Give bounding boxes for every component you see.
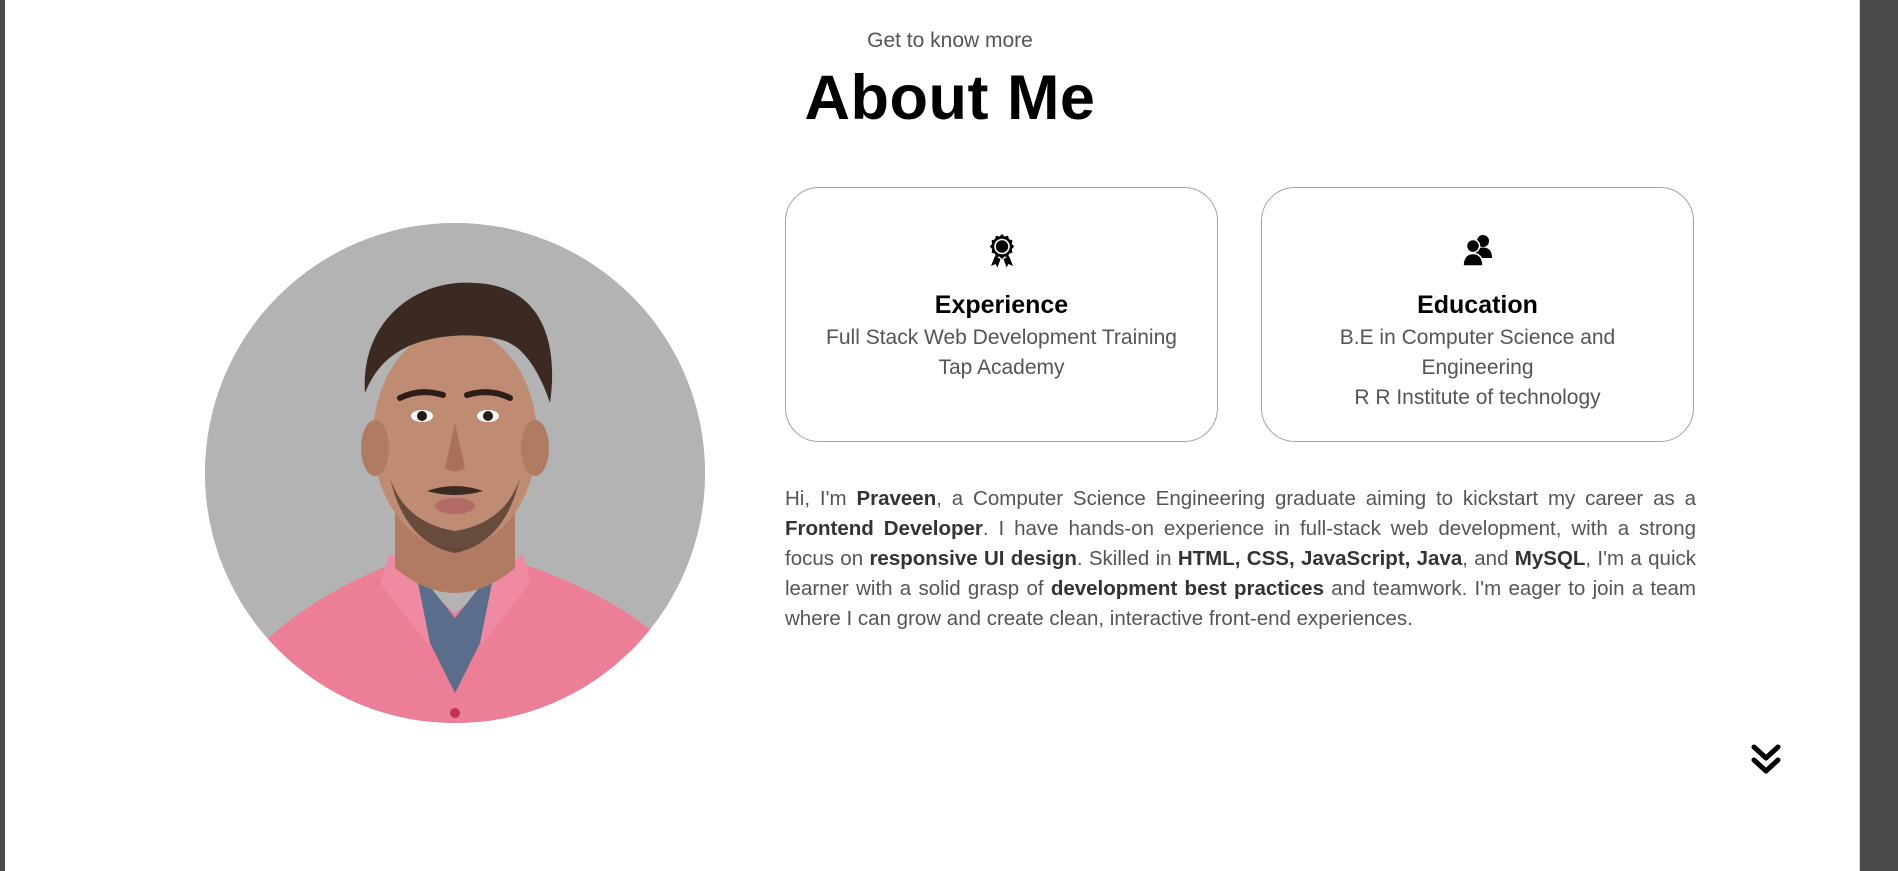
experience-details: Full Stack Web Development Training Tap … — [806, 323, 1197, 383]
experience-line: Full Stack Web Development Training — [826, 326, 1177, 349]
section-title: About Me — [804, 63, 1096, 133]
window-edge-right — [1860, 0, 1898, 871]
window-edge-left — [0, 0, 5, 871]
bio-text: . Skilled in — [1076, 547, 1178, 570]
education-line: R R Institute of technology — [1354, 386, 1601, 409]
bio-text: , a Computer Science Engineering graduat… — [936, 487, 1696, 510]
experience-title: Experience — [934, 291, 1069, 319]
bio-text: Hi, I'm — [785, 487, 857, 510]
experience-line: Tap Academy — [938, 356, 1065, 379]
double-chevron-down-icon[interactable] — [1750, 743, 1782, 777]
award-icon — [989, 234, 1014, 268]
section-subtitle: Get to know more — [867, 29, 1033, 52]
education-title: Education — [1417, 291, 1538, 319]
bio-highlight: development best practices — [1050, 577, 1324, 600]
education-line: Engineering — [1421, 356, 1534, 379]
education-line: B.E in Computer Science and — [1339, 326, 1616, 349]
bio-text: , and — [1462, 547, 1515, 570]
profile-photo — [205, 223, 705, 723]
users-icon — [1461, 235, 1492, 267]
education-details: B.E in Computer Science and Engineering … — [1282, 323, 1673, 413]
experience-card: Experience Full Stack Web Development Tr… — [785, 187, 1218, 442]
bio-highlight: Praveen — [856, 487, 937, 510]
bio-highlight: Frontend Developer — [785, 517, 983, 540]
bio-highlight: HTML, CSS, JavaScript, Java — [1177, 547, 1463, 570]
bio-highlight: responsive UI design — [869, 547, 1077, 570]
bio-highlight: MySQL — [1514, 547, 1586, 570]
profile-portrait-illustration — [205, 223, 705, 723]
education-card: Education B.E in Computer Science and En… — [1261, 187, 1694, 442]
about-section: Get to know more About Me Experience Ful… — [0, 0, 1898, 871]
bio-paragraph: Hi, I'm Praveen, a Computer Science Engi… — [785, 484, 1696, 634]
